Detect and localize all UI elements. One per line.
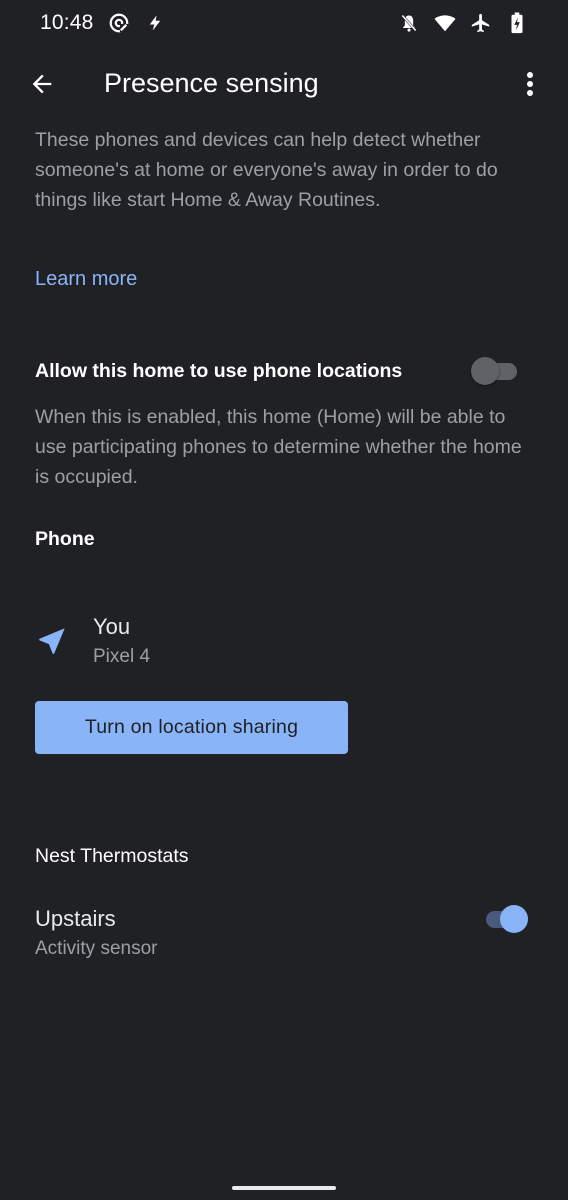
thermostat-name: Upstairs (35, 906, 116, 931)
turn-on-location-sharing-button[interactable]: Turn on location sharing (35, 701, 348, 754)
app-bar: Presence sensing (0, 56, 568, 116)
more-vert-icon (527, 72, 533, 96)
presence-sensing-screen: 10:48 Presence sensing These phones and … (0, 0, 568, 1200)
arrow-back-icon (32, 74, 52, 94)
thermostat-subtitle: Activity sensor (35, 938, 158, 959)
toggle-thumb (500, 905, 528, 933)
learn-more-link[interactable]: Learn more (35, 268, 137, 291)
allow-phone-locations-description: When this is enabled, this home (Home) w… (35, 406, 522, 488)
notifications-off-icon (398, 12, 420, 34)
status-bar: 10:48 (0, 0, 568, 46)
toggle-thumb (471, 357, 499, 385)
hotspot-icon (108, 12, 130, 34)
battery-charging-icon (506, 12, 528, 34)
phone-owner-name: You (93, 614, 131, 639)
phone-device-row: You Pixel 4 (35, 610, 515, 674)
airplane-icon (470, 12, 492, 34)
intro-text: These phones and devices can help detect… (35, 129, 498, 211)
phone-section-title: Phone (35, 528, 95, 550)
status-time: 10:48 (40, 11, 94, 34)
allow-phone-locations-toggle[interactable] (471, 357, 517, 385)
page-title: Presence sensing (104, 68, 319, 98)
wifi-icon (434, 12, 456, 34)
upstairs-activity-sensor-toggle[interactable] (482, 905, 528, 933)
flash-icon (144, 12, 166, 34)
navigation-arrow-icon (39, 628, 65, 654)
allow-phone-locations-label: Allow this home to use phone locations (35, 360, 403, 382)
status-right (398, 12, 528, 34)
phone-model: Pixel 4 (93, 646, 151, 667)
more-options-button[interactable] (514, 64, 546, 104)
nest-thermostats-section-title: Nest Thermostats (35, 845, 189, 867)
gesture-navigation-bar[interactable] (232, 1186, 336, 1190)
status-left: 10:48 (40, 11, 166, 35)
back-button[interactable] (22, 64, 62, 104)
